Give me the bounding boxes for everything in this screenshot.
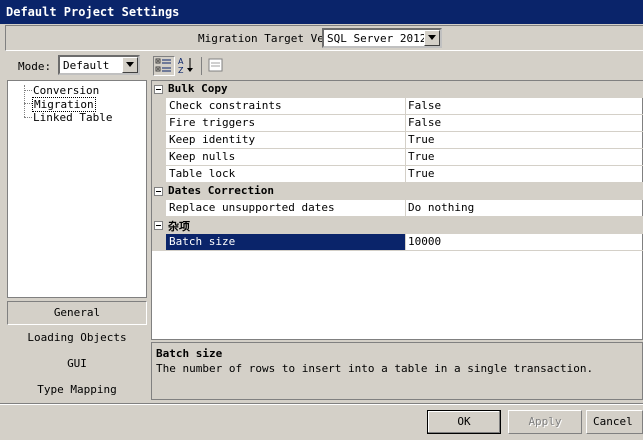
property-pages-button[interactable] [205, 56, 227, 76]
prop-row[interactable]: Replace unsupported dates Do nothing [152, 200, 643, 217]
tree-item-conversion[interactable]: Conversion [32, 84, 100, 97]
prop-value-input[interactable]: 10000 [406, 234, 643, 251]
prop-value[interactable]: True [406, 166, 643, 183]
category-bulk-copy[interactable]: Bulk Copy [152, 81, 643, 98]
apply-button[interactable]: Apply [508, 410, 582, 434]
category-misc[interactable]: 杂项 [152, 217, 643, 234]
prop-value[interactable]: False [406, 115, 643, 132]
svg-text:Z: Z [178, 66, 184, 74]
sort-az-button[interactable]: A Z [176, 56, 198, 76]
chevron-down-icon[interactable] [122, 57, 138, 73]
prop-name: Replace unsupported dates [166, 200, 406, 217]
prop-row-selected[interactable]: Batch size 10000 [152, 234, 643, 251]
collapse-icon[interactable] [154, 85, 163, 94]
category-dates-correction[interactable]: Dates Correction [152, 183, 643, 200]
sort-az-icon: A Z [178, 57, 193, 75]
prop-row[interactable]: Fire triggers False [152, 115, 643, 132]
prop-name: Table lock [166, 166, 406, 183]
mode-label: Mode: [18, 60, 52, 73]
svg-text:A: A [178, 57, 184, 66]
target-label: Migration Target Vers [198, 32, 338, 45]
window-title: Default Project Settings [0, 0, 643, 24]
collapse-icon[interactable] [154, 187, 163, 196]
prop-row[interactable]: Check constraints False [152, 98, 643, 115]
description-pane: Batch size The number of rows to insert … [151, 342, 643, 400]
target-panel: Migration Target Vers SQL Server 2012 [5, 25, 643, 51]
tree-item-migration[interactable]: Migration [32, 97, 96, 112]
cancel-button[interactable]: Cancel [586, 410, 643, 434]
categorized-button[interactable] [153, 56, 175, 76]
prop-name: Batch size [166, 234, 406, 251]
prop-value[interactable]: False [406, 98, 643, 115]
categorized-icon [155, 58, 171, 72]
settings-tree[interactable]: Conversion Migration Linked Table [7, 80, 147, 298]
collapse-icon[interactable] [154, 221, 163, 230]
target-select-value: SQL Server 2012 [327, 32, 427, 45]
prop-name: Keep identity [166, 132, 406, 149]
prop-value[interactable]: True [406, 132, 643, 149]
tree-item-linked-table[interactable]: Linked Table [32, 111, 113, 124]
prop-row[interactable]: Keep nulls True [152, 149, 643, 166]
prop-name: Check constraints [166, 98, 406, 115]
ok-button[interactable]: OK [427, 410, 501, 434]
nav-loading-objects[interactable]: Loading Objects [7, 327, 147, 351]
nav-gui[interactable]: GUI [7, 353, 147, 377]
prop-row[interactable]: Table lock True [152, 166, 643, 183]
description-text: The number of rows to insert into a tabl… [156, 362, 594, 375]
target-select[interactable]: SQL Server 2012 [322, 28, 442, 48]
property-pages-icon [208, 58, 223, 72]
prop-name: Fire triggers [166, 115, 406, 132]
chevron-down-icon[interactable] [424, 30, 440, 46]
nav-general[interactable]: General [7, 301, 147, 325]
mode-select-value: Default [63, 59, 110, 72]
mode-select[interactable]: Default [58, 55, 140, 75]
prop-value[interactable]: True [406, 149, 643, 166]
prop-value[interactable]: Do nothing [406, 200, 643, 217]
description-title: Batch size [156, 347, 223, 360]
property-grid[interactable]: Bulk Copy Check constraints False Fire t… [151, 80, 643, 340]
prop-row[interactable]: Keep identity True [152, 132, 643, 149]
prop-name: Keep nulls [166, 149, 406, 166]
nav-type-mapping[interactable]: Type Mapping [7, 379, 147, 403]
